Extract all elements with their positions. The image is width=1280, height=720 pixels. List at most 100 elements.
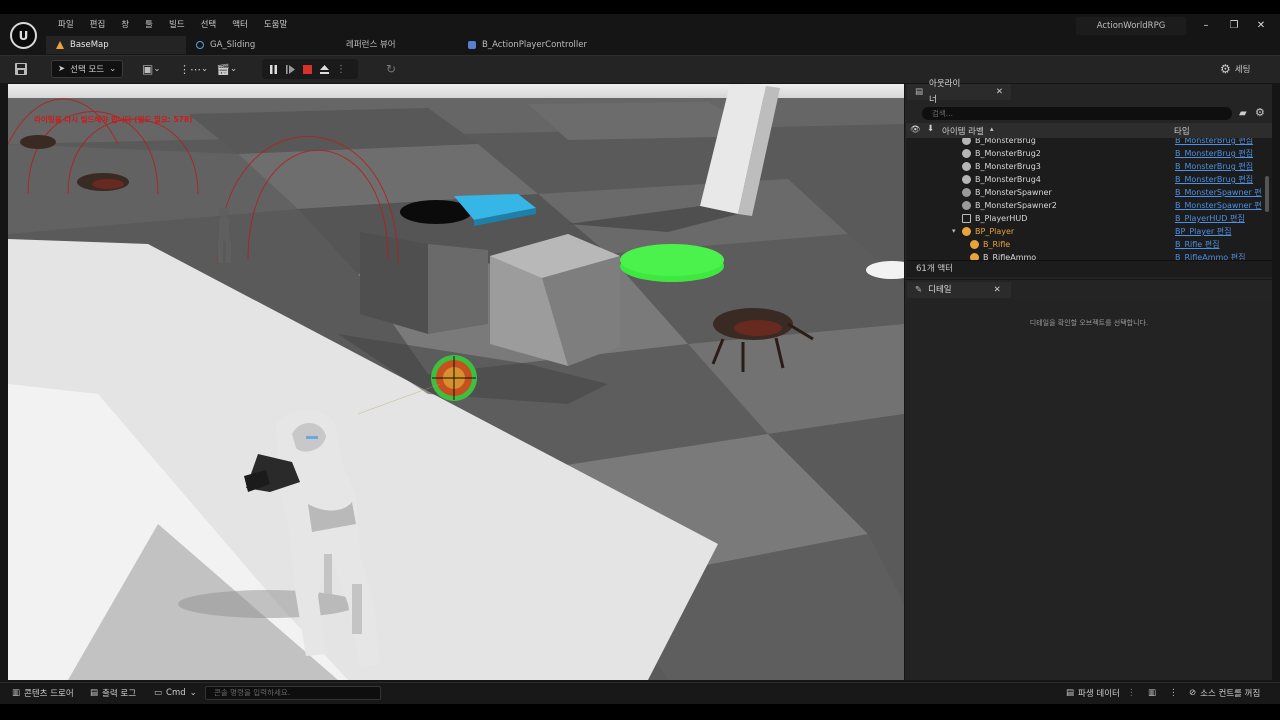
unsaved-icon[interactable]: ▥ [1148,686,1156,700]
main-menu: 파일 편집 창 툴 빌드 선택 액터 도움말 [50,18,295,32]
tab-reference-viewer[interactable]: 레퍼런스 뷰어 [328,36,458,54]
close-window-icon[interactable]: ✕ [1253,18,1269,34]
item-type-link[interactable]: B_MonsterSpawner 편 [1175,186,1262,199]
add-cube-icon: ▣ [142,62,154,76]
content-drawer-icon: ▥ [12,688,21,698]
unreal-editor-window: U 파일 편집 창 툴 빌드 선택 액터 도움말 ActionWorldRPG … [0,0,1280,720]
actor-icon [962,188,971,197]
item-name: B_MonsterBrug3 [975,162,1041,171]
blueprint-nodes-icon: ⋮⋯ [179,62,201,76]
tab-details[interactable]: ✎ 디테일 ✕ [907,282,1011,298]
list-item[interactable]: B_MonsterBrug B_MonsterBrug 편집 [906,138,1272,147]
source-control-button[interactable]: ⊘ 소스 컨트롤 꺼짐 [1189,686,1260,700]
level-viewport[interactable]: 라이팅을 다시 빌드해야 합니다 (빌드 필요: 578) [8,84,904,680]
blueprint-menu-button[interactable]: ⋮⋯ ⌄ [179,60,208,78]
sort-up-icon: ▴ [990,125,994,133]
selection-mode-label: 선택 모드 [70,65,105,75]
cinematics-button[interactable]: 🎬︎ ⌄ [216,60,237,78]
tab-label: BaseMap [70,40,109,50]
step-frame-icon[interactable] [285,64,296,75]
column-item-label[interactable]: 아이템 라벨 [942,125,984,137]
chevron-down-icon[interactable]: ▾ [952,225,956,238]
outliner-tab-label: 아웃라이너 [929,79,961,105]
pin-icon[interactable]: ⬇ [927,124,934,134]
outliner-search-input[interactable]: 검색... [922,107,1232,120]
list-item[interactable]: B_Rifle B_Rifle 편집 [906,238,1272,251]
actor-icon [970,253,979,260]
item-type-link[interactable]: B_MonsterBrug 편집 [1175,147,1253,160]
tab-basemap[interactable]: BaseMap [46,36,186,54]
letterbox-bottom [0,704,1280,720]
more-options-icon[interactable]: ⋮ [336,64,346,75]
tab-b-actionplayercontroller[interactable]: B_ActionPlayerController [458,36,648,54]
player-icon [962,227,971,236]
close-icon[interactable]: ✕ [994,282,1001,298]
pause-icon[interactable] [268,64,279,75]
item-name: B_Rifle [983,240,1011,249]
list-item[interactable]: B_MonsterBrug4 B_MonsterBrug 편집 [906,173,1272,186]
add-folder-icon[interactable]: ▰ [1239,108,1247,119]
list-item[interactable]: B_MonsterSpawner2 B_MonsterSpawner 편 [906,199,1272,212]
menu-window[interactable]: 창 [113,18,137,32]
column-type[interactable]: 타입 [1174,125,1190,137]
menu-file[interactable]: 파일 [50,18,82,32]
settings-button[interactable]: ⚙ 세팅 [1220,60,1250,78]
select-mode-icon: ➤ [58,64,66,74]
level-icon [56,41,64,49]
menu-actor[interactable]: 액터 [224,18,256,32]
item-type-link[interactable]: B_MonsterBrug 편집 [1175,160,1253,173]
menu-tools[interactable]: 툴 [137,18,161,32]
stop-icon[interactable] [302,64,313,75]
revision-control-icon[interactable]: ⋮ [1127,686,1136,700]
cmd-dropdown[interactable]: ▭ Cmd ⌄ [154,686,197,700]
clapperboard-icon: 🎬︎ [216,62,230,76]
outliner-column-header: 👁︎ ⬇ 아이템 라벨 ▴ 타입 [906,123,1272,138]
blueprint-icon [196,41,204,49]
menu-edit[interactable]: 편집 [82,18,114,32]
item-type-link[interactable]: B_Rifle 편집 [1175,238,1220,251]
minimize-icon[interactable]: – [1198,18,1214,34]
list-item[interactable]: B_RifleAmmo B_RifleAmmo 편집 [906,251,1272,260]
maximize-icon[interactable]: ❐ [1226,18,1242,34]
eject-icon[interactable] [319,64,330,75]
more-options-icon[interactable]: ⋮ [1169,686,1178,700]
actor-icon [962,201,971,210]
outliner-scrollbar[interactable] [1265,176,1269,212]
item-type-link[interactable]: B_RifleAmmo 편집 [1175,251,1245,260]
list-item[interactable]: B_PlayerHUD B_PlayerHUD 편집 [906,212,1272,225]
console-command-input[interactable]: 콘솔 명령을 입력하세요. [205,686,381,700]
derived-data-button[interactable]: ▤ 파생 데이터 [1066,686,1120,700]
content-drawer-button[interactable]: ▥ 콘텐츠 드로어 [12,686,74,700]
pawn-icon [962,162,971,171]
console-icon: ▭ [154,688,163,698]
item-type-link[interactable]: B_MonsterBrug 편집 [1175,173,1253,186]
item-type-link[interactable]: B_PlayerHUD 편집 [1175,212,1245,225]
menu-build[interactable]: 빌드 [161,18,193,32]
gamepad-icon [468,41,476,49]
letterbox-top [0,0,1280,14]
list-item[interactable]: B_MonsterBrug2 B_MonsterBrug 편집 [906,147,1272,160]
chevron-down-icon: ⌄ [201,64,209,74]
item-type-link[interactable]: B_MonsterSpawner 편 [1175,199,1262,212]
output-log-button[interactable]: ▤ 출력 로그 [90,686,136,700]
add-actor-button[interactable]: ▣ ⌄ [142,60,160,78]
refresh-icon[interactable]: ↻ [386,60,396,78]
list-item[interactable]: ▾ BP_Player BP_Player 편집 [906,225,1272,238]
visibility-eye-icon[interactable]: 👁︎ [910,125,921,135]
tab-ga-sliding[interactable]: GA_Sliding [186,36,328,54]
item-name: B_MonsterBrug2 [975,149,1041,158]
tab-label: B_ActionPlayerController [482,40,587,50]
gear-icon[interactable]: ⚙ [1255,106,1265,119]
list-item[interactable]: B_MonsterBrug3 B_MonsterBrug 편집 [906,160,1272,173]
menu-select[interactable]: 선택 [193,18,225,32]
chevron-down-icon: ⌄ [109,64,117,74]
close-icon[interactable]: ✕ [996,84,1003,100]
selection-mode-dropdown[interactable]: ➤ 선택 모드 ⌄ [51,60,124,78]
item-type-link[interactable]: BP_Player 편집 [1175,225,1231,238]
tab-outliner[interactable]: ▤ 아웃라이너 ✕ [907,79,1011,105]
unreal-logo-icon[interactable]: U [10,22,37,49]
list-item[interactable]: B_MonsterSpawner B_MonsterSpawner 편 [906,186,1272,199]
menu-help[interactable]: 도움말 [256,18,295,32]
item-type-link[interactable]: B_MonsterBrug 편집 [1175,138,1253,147]
save-icon[interactable] [14,60,28,78]
